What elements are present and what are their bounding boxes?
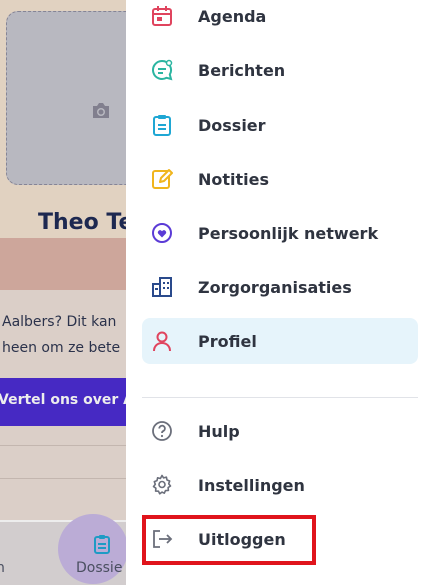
chat-icon — [150, 58, 174, 82]
navigation-drawer: Agenda Berichten Dossier Notities Persoo… — [126, 0, 433, 585]
menu-item-profiel[interactable]: Profiel — [142, 318, 418, 364]
menu-label: Dossier — [198, 115, 266, 135]
menu-item-hulp[interactable]: Hulp — [142, 408, 418, 454]
menu-label: Notities — [198, 169, 270, 189]
person-icon — [150, 329, 174, 353]
pencil-icon — [150, 167, 174, 191]
menu-label: Zorgorganisaties — [198, 277, 352, 297]
gear-icon — [150, 473, 174, 497]
clipboard-icon — [150, 113, 174, 137]
help-icon — [150, 419, 174, 443]
menu-label: Profiel — [198, 331, 257, 351]
menu-label: Instellingen — [198, 475, 305, 495]
menu-item-dossier[interactable]: Dossier — [142, 102, 418, 148]
menu-divider — [142, 397, 418, 398]
menu-label: Persoonlijk netwerk — [198, 223, 379, 243]
menu-label: Agenda — [198, 6, 267, 26]
calendar-icon — [150, 4, 174, 28]
menu-item-notities[interactable]: Notities — [142, 156, 418, 202]
menu-label: Berichten — [198, 60, 286, 80]
menu-item-zorgorganisaties[interactable]: Zorgorganisaties — [142, 264, 418, 310]
logout-highlight-box — [142, 515, 316, 565]
heart-circle-icon — [150, 221, 174, 245]
menu-item-berichten[interactable]: Berichten — [142, 47, 418, 93]
menu-item-instellingen[interactable]: Instellingen — [142, 462, 418, 508]
building-icon — [150, 275, 174, 299]
menu-item-persoonlijk-netwerk[interactable]: Persoonlijk netwerk — [142, 210, 418, 256]
menu-label: Hulp — [198, 421, 240, 441]
menu-item-agenda[interactable]: Agenda — [142, 0, 418, 39]
